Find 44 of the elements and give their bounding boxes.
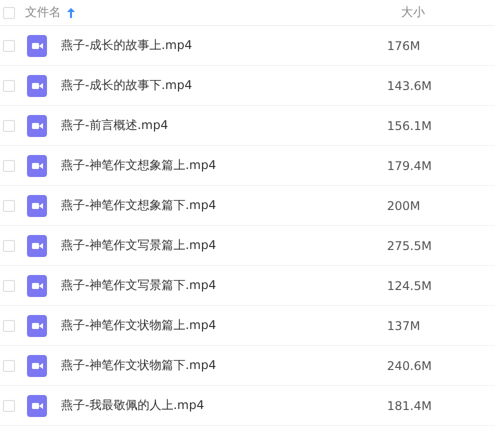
file-size: 240.6M bbox=[387, 358, 432, 372]
file-size: 124.5M bbox=[387, 278, 432, 292]
video-file-icon bbox=[27, 354, 47, 376]
checkbox[interactable] bbox=[3, 120, 15, 132]
size-column-header[interactable]: 大小 bbox=[401, 4, 425, 21]
checkbox[interactable] bbox=[3, 200, 15, 212]
video-file-icon bbox=[27, 114, 47, 136]
checkbox[interactable] bbox=[3, 240, 15, 252]
file-size: 143.6M bbox=[387, 78, 432, 92]
file-size: 200M bbox=[387, 198, 420, 212]
file-name[interactable]: 燕子-神笔作文写景篇下.mp4 bbox=[61, 277, 387, 294]
checkbox[interactable] bbox=[3, 320, 15, 332]
file-size: 275.5M bbox=[387, 238, 432, 252]
video-file-icon bbox=[27, 314, 47, 336]
file-name[interactable]: 燕子-成长的故事上.mp4 bbox=[61, 37, 387, 54]
checkbox[interactable] bbox=[3, 80, 15, 92]
file-name[interactable]: 燕子-神笔作文状物篇下.mp4 bbox=[61, 357, 387, 374]
checkbox[interactable] bbox=[3, 6, 15, 18]
file-name[interactable]: 燕子-神笔作文想象篇上.mp4 bbox=[61, 157, 387, 174]
file-name[interactable]: 燕子-成长的故事下.mp4 bbox=[61, 77, 387, 94]
file-size: 137M bbox=[387, 318, 420, 332]
checkbox[interactable] bbox=[3, 400, 15, 412]
video-file-icon bbox=[27, 274, 47, 296]
file-name[interactable]: 燕子-神笔作文状物篇上.mp4 bbox=[61, 317, 387, 334]
name-column-header[interactable]: 文件名 bbox=[25, 4, 61, 21]
video-file-icon bbox=[27, 154, 47, 176]
video-file-icon bbox=[27, 194, 47, 216]
file-name[interactable]: 燕子-神笔作文写景篇上.mp4 bbox=[61, 237, 387, 254]
checkbox[interactable] bbox=[3, 280, 15, 292]
checkbox[interactable] bbox=[3, 360, 15, 372]
file-name[interactable]: 燕子-神笔作文想象篇下.mp4 bbox=[61, 197, 387, 214]
sort-arrow-icon[interactable] bbox=[66, 6, 76, 18]
video-file-icon bbox=[27, 234, 47, 256]
video-file-icon bbox=[27, 74, 47, 96]
checkbox[interactable] bbox=[3, 40, 15, 52]
checkbox[interactable] bbox=[3, 160, 15, 172]
file-size: 179.4M bbox=[387, 158, 432, 172]
file-size: 156.1M bbox=[387, 118, 432, 132]
file-size: 181.4M bbox=[387, 398, 432, 412]
file-size: 176M bbox=[387, 38, 420, 52]
video-file-icon bbox=[27, 394, 47, 416]
file-name[interactable]: 燕子-前言概述.mp4 bbox=[61, 117, 387, 134]
video-file-icon bbox=[27, 34, 47, 56]
file-name[interactable]: 燕子-我最敬佩的人上.mp4 bbox=[61, 397, 387, 414]
